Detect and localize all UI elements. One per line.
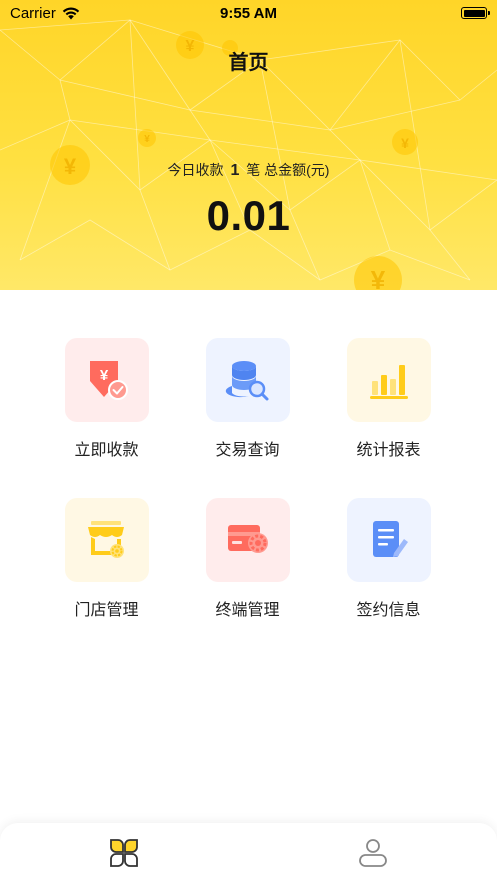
status-bar: Carrier 9:55 AM [0, 0, 497, 26]
terminal-management-button[interactable]: 终端管理 [177, 498, 318, 620]
tile-label: 签约信息 [356, 602, 421, 619]
svg-text:¥: ¥ [144, 134, 150, 145]
contract-edit-icon [372, 521, 408, 557]
tab-profile[interactable] [249, 823, 497, 883]
tab-bar [0, 823, 497, 883]
transaction-search-icon [225, 361, 268, 401]
terminal-settings-icon [227, 525, 268, 553]
statistics-report-button[interactable]: 统计报表 [318, 338, 459, 460]
store-management-button[interactable]: 门店管理 [36, 498, 177, 620]
svg-text:¥: ¥ [401, 135, 409, 151]
receive-payment-button[interactable]: ¥ 立即收款 [36, 338, 177, 460]
svg-text:¥: ¥ [99, 367, 108, 384]
summary-suffix: 笔 总金额(元) [246, 162, 330, 178]
contract-info-button[interactable]: 签约信息 [318, 498, 459, 620]
tile-label: 门店管理 [74, 602, 139, 619]
status-time: 9:55 AM [220, 4, 277, 22]
function-grid: ¥ 立即收款 交易查询 统计报表 门店管理 终端管理 签约信息 [36, 338, 461, 620]
profile-icon [358, 839, 387, 867]
tile-label: 立即收款 [74, 442, 139, 459]
bar-chart-icon [369, 365, 408, 399]
transaction-count: 1 [230, 162, 240, 179]
home-grid-icon [110, 839, 139, 867]
tile-label: 统计报表 [356, 442, 421, 459]
battery-icon [461, 7, 490, 19]
page-title: 首页 [228, 52, 269, 74]
network-pattern-background: ¥ ¥ ¥ ¥ ¥ [0, 19, 497, 290]
receive-payment-icon: ¥ [89, 361, 128, 400]
transaction-search-button[interactable]: 交易查询 [177, 338, 318, 460]
svg-text:¥: ¥ [371, 265, 386, 290]
tile-label: 交易查询 [215, 442, 280, 459]
tab-home[interactable] [0, 823, 249, 883]
carrier-label: Carrier [10, 4, 56, 22]
tile-label: 终端管理 [215, 602, 280, 619]
summary-prefix: 今日收款 [167, 162, 224, 178]
total-amount: 0.01 [206, 192, 291, 239]
header-banner: ¥ ¥ ¥ ¥ ¥ Carrier 9:55 AM 首页 今日收款 1 笔 总金… [0, 0, 497, 290]
today-summary: 今日收款 1 笔 总金额(元) [0, 160, 497, 180]
wifi-icon [62, 6, 80, 19]
store-settings-icon [87, 521, 124, 558]
